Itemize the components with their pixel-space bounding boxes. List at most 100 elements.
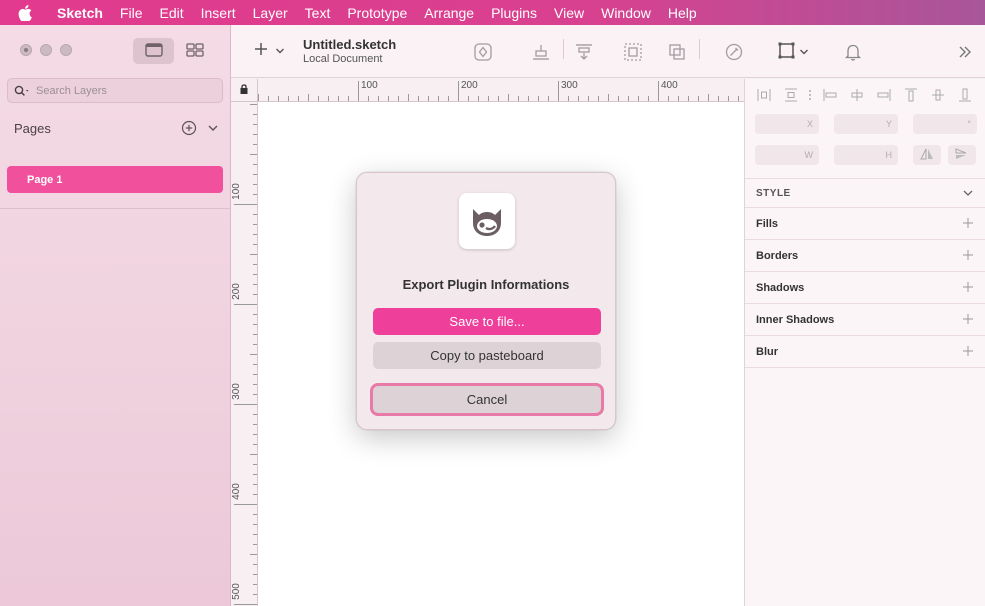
canvas-view-button[interactable] xyxy=(133,38,174,64)
pages-header: Pages xyxy=(14,118,219,138)
menu-prototype[interactable]: Prototype xyxy=(347,5,407,21)
menu-bar: Sketch File Edit Insert Layer Text Proto… xyxy=(0,0,985,25)
ruler-label: 500 xyxy=(231,583,242,600)
menu-arrange[interactable]: Arrange xyxy=(424,5,474,21)
insert-button[interactable] xyxy=(253,41,285,60)
add-inner-shadow-icon[interactable] xyxy=(962,313,974,328)
rotation-label: ° xyxy=(967,119,971,129)
menu-edit[interactable]: Edit xyxy=(159,5,183,21)
borders-row[interactable]: Borders xyxy=(745,240,985,272)
save-to-file-button[interactable]: Save to file... xyxy=(373,308,601,335)
close-window-button[interactable] xyxy=(20,44,32,56)
align-bottom-icon[interactable] xyxy=(958,88,972,105)
vertical-ruler: 100 200 300 400 500 xyxy=(231,102,258,606)
grid-view-icon xyxy=(185,42,204,60)
ruler-label: 400 xyxy=(661,80,678,91)
fills-row[interactable]: Fills xyxy=(745,208,985,240)
grid-view-button[interactable] xyxy=(174,38,215,64)
menu-sketch[interactable]: Sketch xyxy=(57,5,103,21)
style-title: STYLE xyxy=(756,187,791,199)
blur-row[interactable]: Blur xyxy=(745,336,985,368)
rotation-field[interactable]: ° xyxy=(913,114,977,134)
add-fill-icon[interactable] xyxy=(962,217,974,232)
style-section-header[interactable]: STYLE xyxy=(745,178,985,208)
pages-title: Pages xyxy=(14,120,51,136)
symbol-icon[interactable] xyxy=(471,40,495,64)
expand-toolbar-icon[interactable] xyxy=(953,40,977,64)
x-label: X xyxy=(806,119,813,129)
ruler-label: 200 xyxy=(231,283,242,300)
dialog-title: Export Plugin Informations xyxy=(402,277,570,292)
height-label: H xyxy=(885,150,893,160)
zoom-window-button[interactable] xyxy=(60,44,72,56)
flip-horizontal-icon xyxy=(920,148,934,162)
menu-window[interactable]: Window xyxy=(601,5,651,21)
menu-help[interactable]: Help xyxy=(668,5,697,21)
shadows-row[interactable]: Shadows xyxy=(745,272,985,304)
add-shadow-icon[interactable] xyxy=(962,281,974,296)
edit-icon[interactable] xyxy=(722,40,746,64)
ruler-lock[interactable] xyxy=(231,79,258,102)
x-field[interactable]: X xyxy=(755,114,819,134)
cancel-button[interactable]: Cancel xyxy=(373,386,601,413)
distribute-vertical-icon[interactable] xyxy=(784,88,798,105)
group-icon[interactable] xyxy=(621,40,645,64)
ruler-label: 300 xyxy=(231,383,242,400)
plus-icon xyxy=(253,41,269,60)
align-center-icon[interactable] xyxy=(850,88,864,105)
search-layers-field[interactable]: Search Layers xyxy=(7,78,223,103)
menu-file[interactable]: File xyxy=(120,5,143,21)
inspector-panel: X Y ° W H STYLE Fills Borders Shadows In… xyxy=(744,79,985,606)
minimize-window-button[interactable] xyxy=(40,44,52,56)
copy-to-pasteboard-button[interactable]: Copy to pasteboard xyxy=(373,342,601,369)
window-controls xyxy=(20,44,72,56)
flip-horizontal-button[interactable] xyxy=(913,145,941,165)
add-blur-icon[interactable] xyxy=(962,345,974,360)
y-field[interactable]: Y xyxy=(834,114,898,134)
notification-bell-icon[interactable] xyxy=(841,40,865,64)
more-icon[interactable] xyxy=(808,88,812,105)
apple-menu-icon[interactable] xyxy=(18,4,40,21)
menu-text[interactable]: Text xyxy=(305,5,331,21)
height-field[interactable]: H xyxy=(834,145,898,165)
inner-shadows-label: Inner Shadows xyxy=(756,313,835,326)
document-location: Local Document xyxy=(303,53,383,65)
blur-label: Blur xyxy=(756,345,778,358)
ruler-label: 100 xyxy=(361,80,378,91)
align-middle-icon[interactable] xyxy=(931,88,945,105)
ruler-label: 400 xyxy=(231,483,242,500)
flip-vertical-button[interactable] xyxy=(948,145,976,165)
menu-plugins[interactable]: Plugins xyxy=(491,5,537,21)
chevron-down-icon xyxy=(962,187,974,202)
width-label: W xyxy=(804,150,814,160)
add-border-icon[interactable] xyxy=(962,249,974,264)
search-icon xyxy=(14,85,30,97)
align-top-icon[interactable] xyxy=(904,88,918,105)
menu-insert[interactable]: Insert xyxy=(201,5,236,21)
export-plugin-dialog: Export Plugin Informations Save to file.… xyxy=(356,172,616,430)
ungroup-icon[interactable] xyxy=(665,40,689,64)
align-bottom-icon[interactable] xyxy=(529,40,553,64)
create-symbol-button[interactable] xyxy=(773,40,813,64)
y-label: Y xyxy=(885,119,892,129)
menu-layer[interactable]: Layer xyxy=(253,5,288,21)
distribute-icon[interactable] xyxy=(572,40,596,64)
plugin-app-icon xyxy=(459,193,515,249)
search-placeholder: Search Layers xyxy=(36,84,107,97)
ruler-label: 100 xyxy=(231,183,242,200)
align-left-icon[interactable] xyxy=(823,88,837,105)
chevron-down-icon[interactable] xyxy=(207,123,219,133)
menu-view[interactable]: View xyxy=(554,5,584,21)
lock-icon xyxy=(239,83,249,98)
shadows-label: Shadows xyxy=(756,281,805,294)
inner-shadows-row[interactable]: Inner Shadows xyxy=(745,304,985,336)
add-page-icon[interactable] xyxy=(181,120,197,136)
align-right-icon[interactable] xyxy=(877,88,891,105)
width-field[interactable]: W xyxy=(755,145,819,165)
sidebar-divider xyxy=(0,208,231,209)
distribute-horizontal-icon[interactable] xyxy=(757,88,771,105)
page-item[interactable]: Page 1 xyxy=(7,166,223,193)
alignment-toolbar xyxy=(755,88,981,104)
chevron-down-icon xyxy=(799,45,809,59)
fills-label: Fills xyxy=(756,217,779,230)
